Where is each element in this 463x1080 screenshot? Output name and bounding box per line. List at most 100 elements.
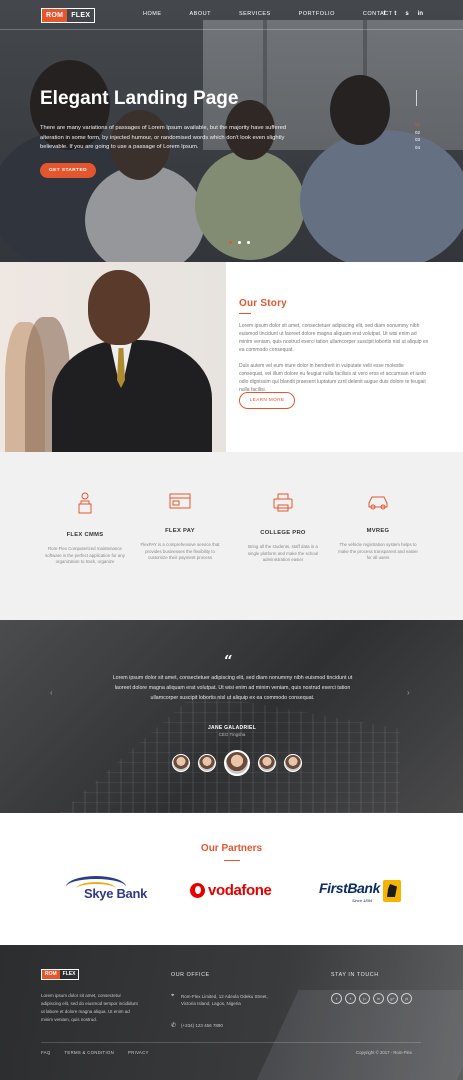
chevron-left-icon[interactable]: ‹ — [50, 688, 53, 697]
elephant-icon — [383, 880, 401, 902]
avatar[interactable] — [172, 754, 190, 772]
nav-services[interactable]: SERVICES — [239, 11, 271, 17]
pinterest-icon[interactable]: p — [359, 993, 370, 1004]
service-text: FlexPAY is a comprehensive service that … — [140, 542, 220, 561]
vodafone-mark-icon — [190, 883, 205, 898]
stay-in-touch-heading: STAY IN TOUCH — [331, 972, 379, 978]
slide-numbers: 01 02 03 04 — [415, 121, 420, 151]
twitter-icon[interactable]: t — [394, 11, 396, 17]
avatar[interactable] — [284, 754, 302, 772]
facebook-icon[interactable]: f — [331, 993, 342, 1004]
service-card[interactable]: MVREG The vehicle registration system he… — [338, 492, 418, 562]
logo-text-left: ROM — [42, 970, 60, 979]
footer-divider — [41, 1042, 421, 1043]
service-text: The vehicle registration system helps to… — [338, 542, 418, 561]
logo-text-right: FLEX — [71, 12, 91, 19]
payment-icon — [169, 493, 191, 509]
testimonial-role: CEO Tingsha — [218, 732, 246, 737]
our-story-section: Our Story Lorem ipsum dolor sit amet, co… — [239, 298, 429, 409]
header-social: f t s in — [374, 11, 423, 17]
printer-icon — [273, 493, 293, 512]
nav-portfolio[interactable]: PORTFOLIO — [299, 11, 335, 17]
footer-link-faq[interactable]: FAQ — [41, 1050, 51, 1055]
slide-number[interactable]: 01 — [415, 121, 420, 129]
facebook-icon[interactable]: f — [383, 11, 385, 17]
footer-logo[interactable]: ROM FLEX — [41, 969, 80, 980]
logo-text-left: ROM — [42, 9, 68, 22]
service-text: Bring all the students, staff data in a … — [247, 544, 319, 563]
avatar[interactable] — [258, 754, 276, 772]
car-icon — [368, 496, 388, 510]
footer-about: Lorem ipsum dolor sit amet, consectetur … — [41, 993, 138, 1022]
twitter-icon[interactable]: t — [345, 993, 356, 1004]
teacher-icon — [78, 492, 92, 514]
top-nav: ROM FLEX HOME ABOUT SERVICES PORTFOLIO C… — [0, 0, 463, 30]
carousel-dot[interactable] — [238, 241, 241, 244]
office-heading: OUR OFFICE — [171, 972, 210, 978]
hero-title: Elegant Landing Page — [40, 88, 239, 109]
firstbank-logo[interactable]: FirstBank Since 1894 — [319, 880, 401, 903]
youtube-icon[interactable]: yt — [401, 993, 412, 1004]
title-underline — [224, 860, 240, 861]
service-title: FLEX CMMS — [66, 532, 104, 538]
testimonial-avatars — [172, 750, 310, 776]
skye-bank-logo[interactable]: Skye Bank — [62, 872, 152, 906]
service-title: COLLEGE PRO — [260, 530, 306, 536]
logo-text-right: FLEX — [62, 971, 76, 977]
story-paragraph: Duis autem vel eum iriure dolor in hendr… — [239, 363, 427, 393]
slide-number[interactable]: 04 — [415, 144, 420, 152]
slide-number[interactable]: 03 — [415, 136, 420, 144]
site-logo[interactable]: ROM FLEX — [41, 8, 96, 23]
avatar-active[interactable] — [224, 750, 250, 776]
chevron-right-icon[interactable]: › — [407, 688, 410, 697]
nav-about[interactable]: ABOUT — [190, 11, 211, 17]
carousel-dot[interactable] — [247, 241, 250, 244]
location-pin-icon: ⌖ — [171, 993, 175, 999]
avatar[interactable] — [198, 754, 216, 772]
service-title: MVREG — [366, 528, 390, 534]
service-card[interactable]: FLEX PAY FlexPAY is a comprehensive serv… — [140, 492, 220, 562]
carousel-dots — [229, 241, 256, 244]
nav-home[interactable]: HOME — [143, 11, 162, 17]
story-paragraph: Lorem ipsum dolor sit amet, consectetuer… — [239, 323, 429, 353]
hero-section: ROM FLEX HOME ABOUT SERVICES PORTFOLIO C… — [0, 0, 463, 262]
get-started-button[interactable]: GET STARTED — [40, 163, 96, 178]
slide-number[interactable]: 02 — [415, 129, 420, 137]
linkedin-icon[interactable]: in — [418, 11, 423, 17]
service-card[interactable]: COLLEGE PRO Bring all the students, staf… — [243, 492, 323, 564]
title-underline — [239, 313, 251, 314]
testimonial-name: JANE GALADRIEL — [207, 725, 257, 731]
slide-indicator-line — [416, 90, 417, 106]
service-text: Rom-Flex Computerized maintenance softwa… — [45, 546, 125, 565]
footer-social: f t p in g+ yt — [331, 993, 415, 1004]
vodafone-name: vodafone — [208, 882, 272, 899]
photo-shape — [52, 340, 212, 452]
photo-shape — [88, 270, 150, 345]
carousel-dot[interactable] — [229, 241, 232, 244]
vodafone-logo[interactable]: vodafone — [190, 882, 272, 899]
office-phone: (+234) 123 456 7890 — [181, 1023, 223, 1028]
partners-title: Our Partners — [200, 843, 263, 854]
services-section: FLEX CMMS Rom-Flex Computerized maintena… — [0, 452, 463, 620]
linkedin-icon[interactable]: in — [373, 993, 384, 1004]
phone-icon: ✆ — [171, 1023, 177, 1029]
hero-text: There are many variations of passages of… — [40, 125, 287, 150]
testimonial-text: Lorem ipsum dolor sit amet, consectetuer… — [112, 675, 353, 701]
story-photo — [0, 262, 226, 452]
skype-icon[interactable]: s — [405, 11, 408, 17]
footer-link-privacy[interactable]: PRIVACY — [128, 1050, 149, 1055]
copyright: Copyright © 2017 - Rom-Flex — [356, 1050, 412, 1055]
google-plus-icon[interactable]: g+ — [387, 993, 398, 1004]
firstbank-since: Since 1894 — [352, 898, 373, 903]
learn-more-button[interactable]: LEARN MORE — [239, 392, 295, 409]
story-title: Our Story — [239, 298, 287, 309]
skye-bank-name: Skye Bank — [84, 886, 148, 901]
quote-icon: “ — [224, 652, 233, 670]
footer-link-terms[interactable]: TERMS & CONDITION — [65, 1050, 115, 1055]
footer-links: FAQ TERMS & CONDITION PRIVACY — [41, 1050, 163, 1055]
service-card[interactable]: FLEX CMMS Rom-Flex Computerized maintena… — [45, 492, 125, 566]
service-title: FLEX PAY — [165, 528, 195, 534]
office-address: Rom-Flex Limited, 12 Adeola Odeku Street… — [181, 994, 268, 1006]
firstbank-name: FirstBank — [319, 880, 380, 896]
testimonial-section — [0, 620, 463, 813]
